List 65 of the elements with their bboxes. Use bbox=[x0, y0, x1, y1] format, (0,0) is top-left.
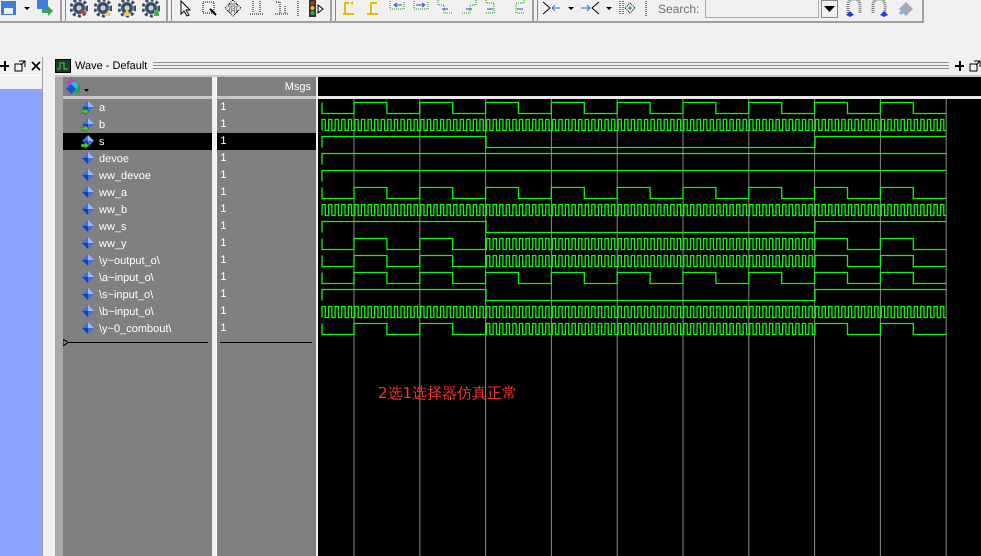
gear-icon[interactable] bbox=[94, 0, 112, 19]
signal-row[interactable]: ww_devoe bbox=[63, 167, 212, 184]
signal-name: ww_s bbox=[99, 220, 127, 232]
column-header: Msgs bbox=[284, 80, 311, 92]
signal-value: 1 bbox=[219, 117, 228, 132]
signal-name: \b~input_o\ bbox=[99, 306, 154, 318]
signal-light-icon[interactable] bbox=[306, 0, 324, 19]
gear-icon[interactable] bbox=[118, 0, 136, 19]
signal-name: \y~0_combout\ bbox=[99, 322, 172, 334]
signal-name: s bbox=[99, 136, 104, 148]
arrow-icon[interactable] bbox=[36, 0, 54, 19]
search-label: Search: bbox=[658, 2, 700, 16]
signal-value: 1 bbox=[219, 253, 228, 268]
restore-icon[interactable] bbox=[969, 60, 981, 72]
signal-row[interactable]: b bbox=[63, 116, 212, 133]
annotation-text: 2选1选择器仿真正常 bbox=[378, 384, 518, 403]
signal-name: ww_a bbox=[99, 186, 128, 198]
signal-value: 1 bbox=[219, 287, 228, 302]
signal-name: \y~output_o\ bbox=[99, 254, 160, 266]
signal-row[interactable]: \s~input_o\ bbox=[63, 286, 212, 303]
divider-icon[interactable] bbox=[644, 0, 648, 19]
signal-row[interactable]: ww_s bbox=[63, 218, 212, 235]
signal-row[interactable]: \a~input_o\ bbox=[63, 269, 212, 286]
plus-icon[interactable] bbox=[0, 60, 10, 72]
signal-row[interactable]: ww_y bbox=[63, 235, 212, 252]
signal-value: 1 bbox=[217, 133, 316, 150]
signal-value: 1 bbox=[219, 321, 228, 336]
wave-window-icon bbox=[55, 59, 71, 73]
window-title: Wave - Default bbox=[75, 60, 148, 72]
signal-value: 1 bbox=[219, 202, 228, 217]
signal-value: 1 bbox=[219, 185, 228, 200]
signal-row[interactable]: \b~input_o\ bbox=[63, 303, 212, 320]
gear-icon[interactable] bbox=[70, 0, 88, 19]
close-icon[interactable] bbox=[30, 60, 42, 72]
divider-icon[interactable] bbox=[296, 0, 300, 19]
signal-value: 1 bbox=[219, 270, 228, 285]
signal-row[interactable]: \y~output_o\ bbox=[63, 252, 212, 269]
restore-icon[interactable] bbox=[14, 60, 26, 72]
signal-name: ww_y bbox=[99, 238, 127, 250]
signal-value: 1 bbox=[219, 168, 228, 183]
signal-name: b bbox=[99, 118, 106, 130]
objects-icon[interactable] bbox=[64, 78, 90, 94]
signal-row[interactable]: devoe bbox=[63, 150, 212, 167]
signal-name: \s~input_o\ bbox=[99, 288, 154, 300]
dropdown-button[interactable] bbox=[821, 0, 838, 18]
gear-icon[interactable] bbox=[142, 0, 160, 19]
signal-name: ww_b bbox=[99, 204, 128, 216]
plus-icon[interactable] bbox=[955, 60, 965, 72]
signal-row[interactable]: ww_b bbox=[63, 201, 212, 218]
signal-row[interactable]: ww_a bbox=[63, 184, 212, 201]
signal-value: 1 bbox=[219, 304, 228, 319]
signal-value: 1 bbox=[219, 151, 228, 166]
signal-name: \a~input_o\ bbox=[99, 272, 154, 284]
search-field[interactable] bbox=[705, 0, 820, 18]
signal-name: devoe bbox=[99, 152, 129, 164]
signal-value: 1 bbox=[219, 219, 228, 234]
signal-row[interactable]: s bbox=[63, 133, 212, 150]
move-icon[interactable] bbox=[224, 0, 242, 19]
signal-value: 1 bbox=[219, 100, 228, 115]
signal-row[interactable]: a bbox=[63, 99, 212, 116]
signal-name: a bbox=[99, 102, 106, 114]
signal-value: 1 bbox=[219, 236, 228, 251]
signal-row[interactable]: \y~0_combout\ bbox=[63, 320, 212, 337]
marker-icon bbox=[63, 339, 68, 346]
signal-name: ww_devoe bbox=[99, 170, 151, 182]
